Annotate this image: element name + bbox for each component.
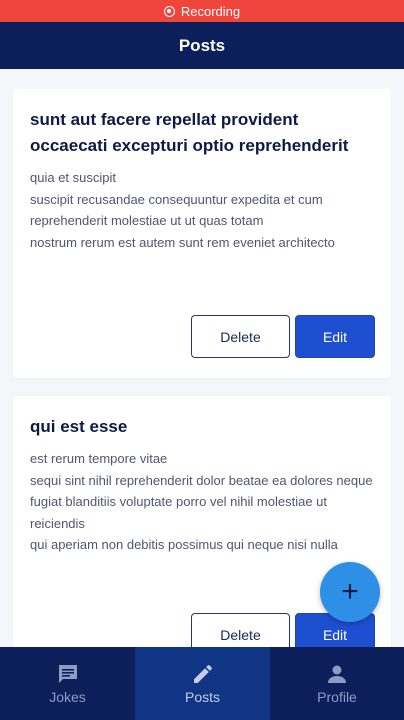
person-icon <box>328 665 346 683</box>
nav-label: Profile <box>317 689 357 705</box>
post-body: est rerum tempore vitae sequi sint nihil… <box>30 451 373 553</box>
pencil-icon <box>193 664 212 683</box>
post-title: qui est esse <box>30 417 128 436</box>
nav-label: Posts <box>184 689 220 705</box>
nav-label: Jokes <box>49 689 86 705</box>
delete-button[interactable]: Delete <box>191 613 290 647</box>
recording-label: Recording <box>180 3 241 19</box>
add-post-button[interactable]: + <box>320 562 380 622</box>
chat-icon <box>58 665 77 683</box>
plus-icon: + <box>341 575 359 608</box>
post-title: sunt aut facere repellat provident occae… <box>30 110 349 155</box>
nav-item-profile[interactable]: Profile <box>270 647 404 720</box>
app-header: Posts <box>0 22 404 69</box>
nav-item-posts[interactable]: Posts <box>135 647 270 720</box>
post-body: quia et suscipit suscipit recusandae con… <box>30 170 335 250</box>
posts-list[interactable]: sunt aut facere repellat provident occae… <box>0 69 404 647</box>
recording-icon <box>163 5 175 17</box>
bottom-nav: Jokes Posts Profile <box>0 647 404 720</box>
recording-bar: Recording <box>0 0 404 22</box>
page-title: Posts <box>178 35 226 55</box>
delete-button[interactable]: Delete <box>191 315 290 358</box>
nav-item-jokes[interactable]: Jokes <box>0 647 135 720</box>
edit-button[interactable]: Edit <box>295 315 375 358</box>
post-card: sunt aut facere repellat provident occae… <box>13 89 391 378</box>
